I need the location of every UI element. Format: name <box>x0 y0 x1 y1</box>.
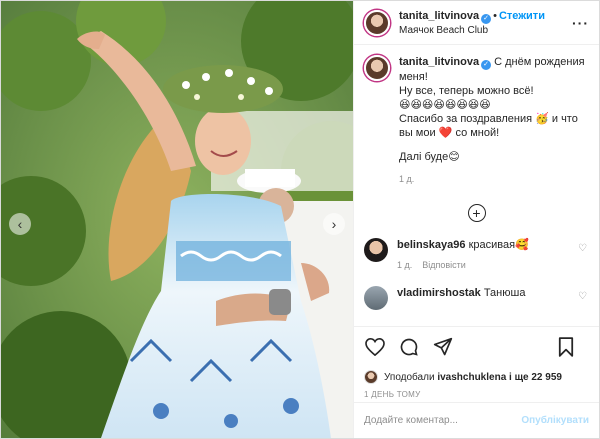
commenter-avatar[interactable] <box>364 286 388 310</box>
caption-username[interactable]: tanita_litvinova <box>399 56 479 68</box>
comments-section[interactable]: tanita_litvinova ✓ С днём рождения меня! … <box>354 45 599 326</box>
caption-line-6: Далі буде😊 <box>399 151 460 163</box>
caption-avatar[interactable] <box>364 55 390 81</box>
reply-button[interactable]: Відповісти <box>422 260 466 270</box>
load-more[interactable]: + <box>364 204 589 222</box>
likes-summary: Уподобали ivashchuklena і ще 22 959 <box>354 366 599 388</box>
commenter-avatar[interactable] <box>364 238 388 262</box>
heart-icon[interactable] <box>364 336 386 358</box>
more-icon[interactable]: ··· <box>572 15 589 31</box>
comment-icon[interactable] <box>398 336 420 358</box>
post-location[interactable]: Маячок Beach Club <box>399 24 545 38</box>
likes-prefix: Уподобали <box>384 371 435 383</box>
post-date[interactable]: 1 ДЕНЬ ТОМУ <box>354 388 599 402</box>
share-icon[interactable] <box>432 336 454 358</box>
caption: tanita_litvinova ✓ С днём рождения меня! … <box>364 55 589 186</box>
caption-line-5 <box>399 140 585 150</box>
post-modal: ‹ › tanita_litvinova ✓ • Стежити Маячок Bea… <box>0 0 600 439</box>
comment-like-icon[interactable]: ♡ <box>578 291 587 302</box>
verified-icon: ✓ <box>481 13 492 24</box>
comment-time: 1 д. <box>397 260 413 270</box>
commenter-username[interactable]: vladimirshostak <box>397 287 481 299</box>
commenter-username[interactable]: belinskaya96 <box>397 239 466 251</box>
caption-line-4: Спасибо за поздравления 🥳 и что вы мои ❤… <box>399 113 578 139</box>
follow-button[interactable]: Стежити <box>499 10 545 22</box>
author-username[interactable]: tanita_litvinova <box>399 10 479 22</box>
comment-like-icon[interactable]: ♡ <box>578 243 587 254</box>
comment-input[interactable] <box>364 415 522 426</box>
liker-username[interactable]: ivashchuklena <box>437 372 506 383</box>
chevron-right-icon[interactable]: › <box>323 213 345 235</box>
plus-circle-icon[interactable]: + <box>467 204 486 222</box>
author-avatar[interactable] <box>364 9 390 36</box>
photo-illustration <box>1 1 353 438</box>
comment-item: belinskaya96 красивая🥰 1 д. Відповісти ♡ <box>364 238 589 272</box>
comment-item: vladimirshostak Танюша ♡ <box>364 286 589 310</box>
caption-line-3: 😆😆😆😆😆😆😆😆 <box>399 99 491 111</box>
separator-dot: • <box>493 9 497 22</box>
comment-text: Танюша <box>483 287 526 299</box>
publish-button[interactable]: Опублікувати <box>521 415 589 426</box>
liker-avatar[interactable] <box>364 370 378 384</box>
action-bar <box>354 326 599 366</box>
caption-line-2: Ну все, теперь можно всё! <box>399 85 534 97</box>
bookmark-icon[interactable] <box>555 336 577 358</box>
caption-time: 1 д. <box>399 174 415 184</box>
post-header: tanita_litvinova ✓ • Стежити Маячок Beach C… <box>354 1 599 45</box>
verified-icon: ✓ <box>481 60 492 70</box>
post-photo[interactable]: ‹ › <box>1 1 353 438</box>
post-side-panel: tanita_litvinova ✓ • Стежити Маячок Beach C… <box>353 1 599 438</box>
add-comment-bar: Опублікувати <box>354 402 599 438</box>
comment-text: красивая🥰 <box>468 239 529 251</box>
chevron-left-icon[interactable]: ‹ <box>9 213 31 235</box>
likes-count[interactable]: і ще 22 959 <box>509 372 562 383</box>
